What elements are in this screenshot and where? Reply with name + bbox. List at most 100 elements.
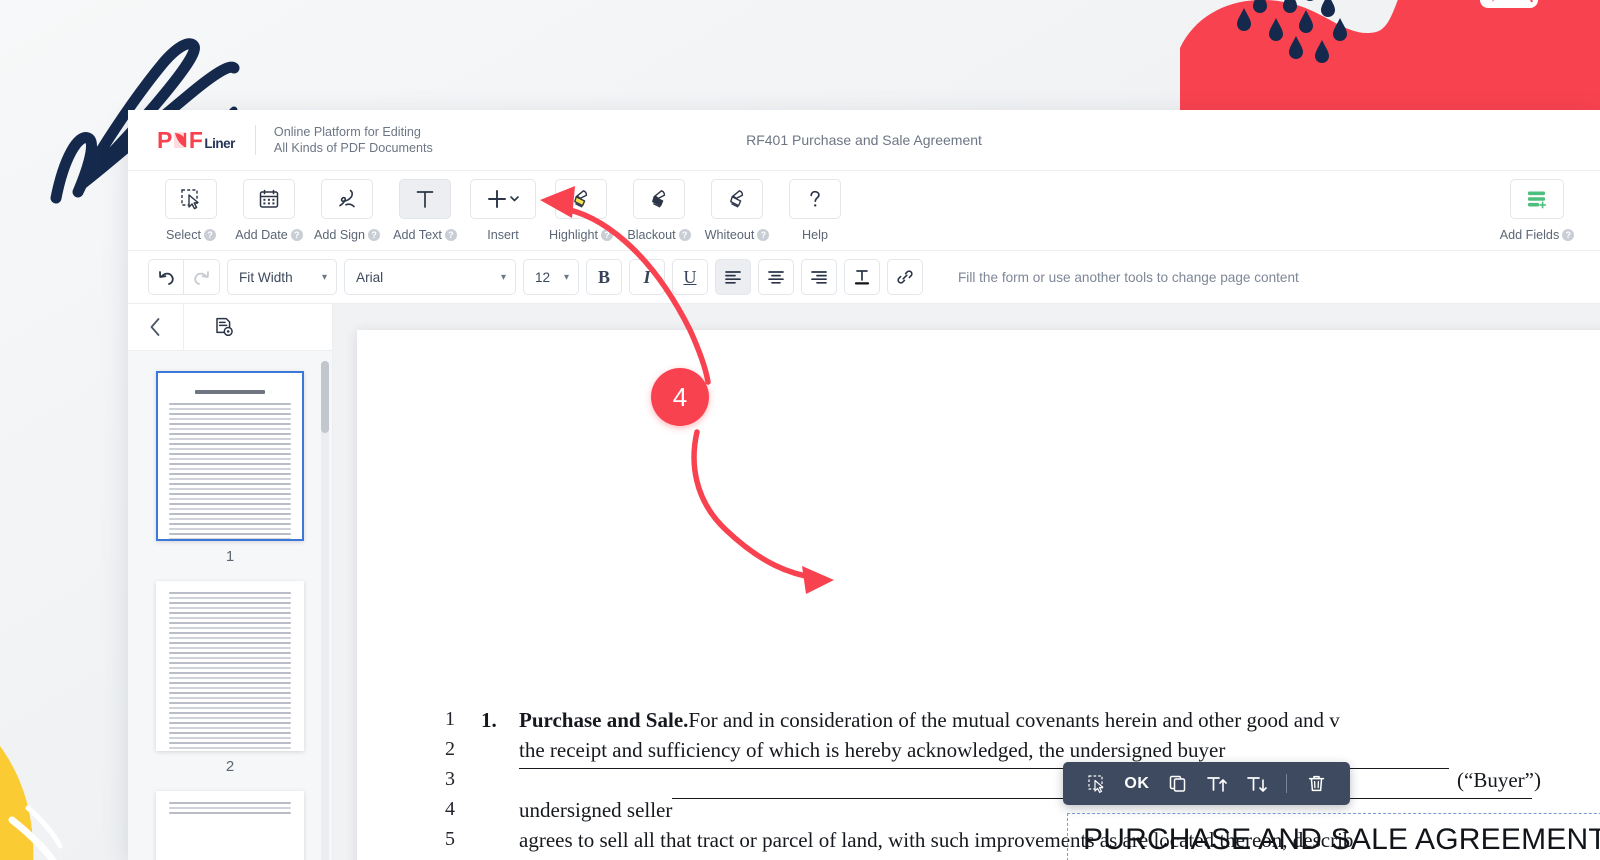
brand-liner-text: Liner	[204, 135, 235, 151]
tool-highlight-label: Highlight	[548, 228, 598, 242]
toolbar-divider	[1286, 774, 1287, 793]
chevron-down-icon: ▾	[563, 271, 569, 283]
help-icon[interactable]: ?	[290, 229, 303, 241]
help-icon[interactable]: ?	[601, 229, 613, 241]
tool-whiteout-label: Whiteout	[704, 228, 755, 242]
tagline-line-1: Online Platform for Editing	[273, 125, 421, 139]
tool-add-text-label: Add Text	[393, 228, 442, 242]
tool-add-text[interactable]: Add Text?	[386, 179, 464, 242]
tool-add-fields[interactable]: Add Fields?	[1498, 179, 1576, 242]
history-group	[148, 259, 220, 295]
ok-label: OK	[1124, 774, 1150, 792]
thumbnail-item[interactable]	[156, 791, 304, 860]
help-icon[interactable]: ?	[757, 229, 770, 241]
increase-font-button[interactable]	[1197, 762, 1237, 805]
tool-insert[interactable]: Insert	[464, 179, 542, 242]
thumbnail-item[interactable]: 2	[156, 581, 304, 775]
question-mark-icon	[810, 190, 820, 207]
align-right-button[interactable]	[801, 259, 837, 295]
clause-title: Purchase and Sale.	[519, 708, 689, 732]
delete-button[interactable]	[1296, 762, 1336, 805]
italic-button[interactable]: I	[629, 259, 665, 295]
sidebar-collapse-button[interactable]	[128, 304, 184, 350]
brand-divider	[254, 125, 256, 155]
brand-letter-f: F	[188, 126, 203, 153]
page-thumbnail-1[interactable]	[156, 371, 304, 541]
thumbnail-scrollbar-thumb[interactable]	[321, 361, 329, 433]
chevron-down-icon: ▾	[321, 271, 327, 283]
zoom-select[interactable]: Fit Width ▾	[227, 259, 337, 295]
pdf-page[interactable]: 1 1. Purchase and Sale. For and in consi…	[357, 330, 1600, 860]
app-body: 1 2 1 1. Purchase and Sale. For and in c…	[128, 304, 1600, 860]
calendar-icon	[259, 189, 279, 208]
undo-icon	[158, 270, 174, 285]
selected-text-field[interactable]: PURCHASE AND SALE AGREEMENT	[1067, 813, 1600, 860]
page-thumbnail-3[interactable]	[156, 791, 304, 860]
signature-pen-icon	[339, 189, 355, 208]
text-style-button[interactable]	[844, 259, 880, 295]
tool-highlight[interactable]: Highlight?	[542, 179, 620, 242]
tool-add-date-label: Add Date	[235, 228, 288, 242]
format-hint: Fill the form or use another tools to ch…	[958, 269, 1299, 285]
document-settings-icon	[216, 317, 233, 337]
chevron-down-icon: ▾	[500, 271, 506, 283]
redo-button[interactable]	[184, 259, 220, 295]
help-icon[interactable]: ?	[204, 229, 216, 241]
text-underline-icon	[854, 270, 870, 285]
bold-label: B	[597, 266, 610, 287]
underline-label: U	[683, 266, 697, 287]
decrease-font-button[interactable]	[1237, 762, 1277, 805]
tool-help[interactable]: Help	[776, 179, 854, 242]
sidebar-tab-pages[interactable]	[184, 304, 264, 350]
yellow-blob-decoration	[0, 746, 63, 860]
tool-add-date[interactable]: Add Date?	[230, 179, 308, 242]
font-size-select[interactable]: 12 ▾	[523, 259, 579, 295]
help-icon[interactable]: ?	[1562, 229, 1575, 241]
help-icon[interactable]: ?	[444, 229, 457, 241]
duplicate-button[interactable]	[1157, 762, 1197, 805]
text-field-value[interactable]: PURCHASE AND SALE AGREEMENT	[1083, 823, 1600, 857]
page-thumbnail-2[interactable]	[156, 581, 304, 751]
thumbnail-panel[interactable]: 1 2	[128, 351, 332, 860]
thumbnail-item[interactable]: 1	[156, 371, 304, 565]
link-icon	[897, 270, 913, 284]
underline-button[interactable]: U	[672, 259, 708, 295]
tool-select-label: Select	[165, 228, 201, 242]
help-icon[interactable]: ?	[368, 229, 381, 241]
document-line: 3 (“Buyer”)	[437, 768, 1600, 798]
help-icon[interactable]: ?	[678, 229, 691, 241]
tool-add-sign[interactable]: Add Sign?	[308, 179, 386, 242]
tool-whiteout[interactable]: Whiteout?	[698, 179, 776, 242]
bold-button[interactable]: B	[586, 259, 622, 295]
clause-text: the receipt and sufficiency of which is …	[519, 738, 1226, 762]
tool-select[interactable]: Select?	[152, 179, 230, 242]
font-family-value: Arial	[356, 269, 384, 285]
main-toolbar: Select? Add Date? Add Sign ? Add Text ? …	[128, 171, 1600, 251]
move-select-button[interactable]	[1077, 762, 1117, 805]
tool-help-label: Help	[802, 228, 828, 242]
align-center-button[interactable]	[758, 259, 794, 295]
align-left-button[interactable]	[715, 259, 751, 295]
pdf-logo-icon	[1480, 0, 1538, 8]
cursor-select-icon	[181, 189, 199, 210]
plus-icon	[488, 190, 519, 208]
brand-letter-p: P	[157, 126, 172, 153]
delete-icon	[1308, 775, 1324, 792]
clause-text: (“Buyer”)	[1457, 768, 1541, 792]
blackout-brush-icon	[652, 190, 666, 208]
undo-button[interactable]	[148, 259, 184, 295]
red-blob-decoration	[1180, 0, 1600, 118]
align-center-icon	[768, 271, 784, 284]
align-right-icon	[811, 271, 827, 284]
align-left-icon	[725, 271, 741, 284]
thumbnail-scrollbar-track[interactable]	[321, 361, 329, 860]
ok-button[interactable]: OK	[1117, 762, 1157, 805]
document-viewer[interactable]: 1 1. Purchase and Sale. For and in consi…	[333, 304, 1600, 860]
line-number: 3	[445, 768, 455, 790]
link-button[interactable]	[887, 259, 923, 295]
tool-blackout[interactable]: Blackout?	[620, 179, 698, 242]
font-family-select[interactable]: Arial ▾	[344, 259, 516, 295]
document-line: 1 1. Purchase and Sale. For and in consi…	[437, 708, 1600, 738]
brand-logo[interactable]: P F Liner Online Platform for Editing Al	[128, 124, 433, 156]
step-number-label: 4	[672, 381, 688, 412]
